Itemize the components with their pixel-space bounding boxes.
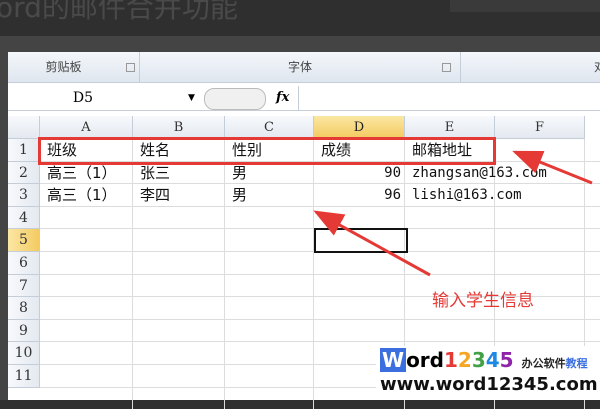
watermark-url: www.word12345.com (380, 374, 598, 395)
logo-w: W (380, 348, 407, 372)
logo-digit: 5 (499, 348, 514, 372)
annotation-arrows (313, 150, 593, 277)
arrow-1 (512, 150, 593, 185)
tag-b: 教程 (565, 357, 588, 370)
logo-digit: 1 (443, 348, 458, 372)
logo-text: ord (406, 348, 444, 372)
arrow-2 (313, 210, 431, 277)
logo-digit: 2 (457, 348, 472, 372)
annotation-text: 输入学生信息 (432, 291, 534, 311)
logo-digit: 4 (485, 348, 500, 372)
logo-digit: 3 (471, 348, 486, 372)
watermark: Word12345 办公软件教程 www.word12345.com (376, 346, 600, 400)
tag-a: 办公软件 (521, 357, 566, 370)
